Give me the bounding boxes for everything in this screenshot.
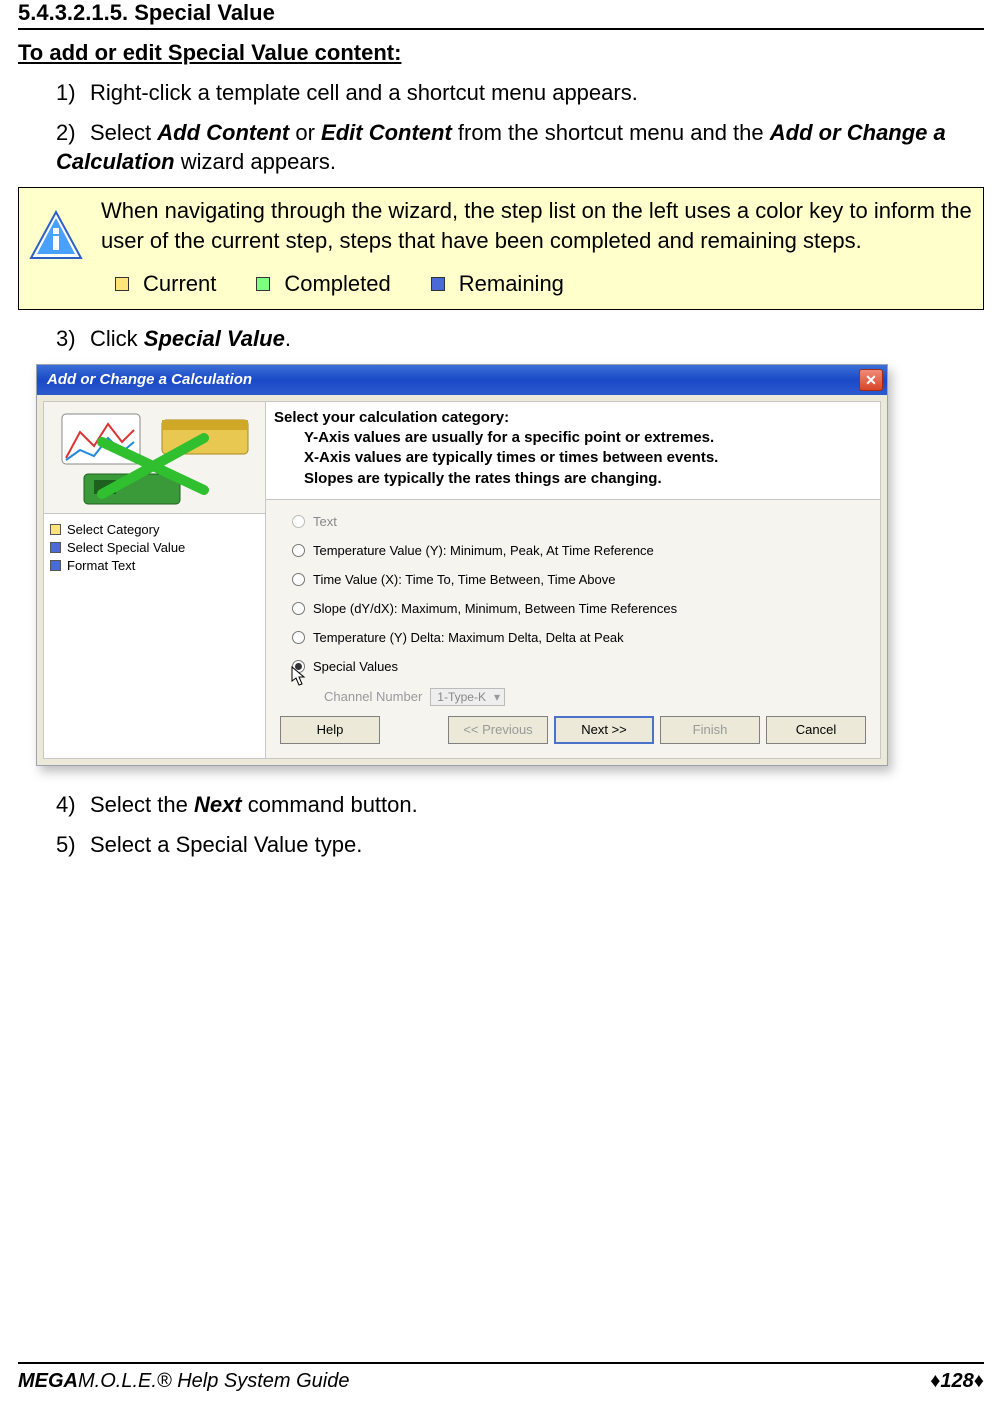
square-blue-icon bbox=[50, 560, 61, 571]
radio-temperature-delta[interactable]: Temperature (Y) Delta: Maximum Delta, De… bbox=[292, 630, 866, 645]
note-box: When navigating through the wizard, the … bbox=[18, 187, 984, 310]
next-button[interactable]: Next >> bbox=[554, 716, 654, 744]
radio-slope[interactable]: Slope (dY/dX): Maximum, Minimum, Between… bbox=[292, 601, 866, 616]
step-3-num: 3) bbox=[56, 324, 90, 354]
channel-number-label: Channel Number bbox=[324, 689, 422, 704]
step2-or: or bbox=[289, 120, 321, 145]
legend-remaining: Remaining bbox=[431, 269, 564, 299]
wizard-title: Add or Change a Calculation bbox=[47, 371, 252, 388]
wizard-step-select-special-value[interactable]: Select Special Value bbox=[50, 540, 259, 555]
radio-icon bbox=[292, 544, 305, 557]
step-3: 3)Click Special Value. bbox=[56, 324, 984, 354]
radio-icon bbox=[292, 631, 305, 644]
step-1: 1)Right-click a template cell and a shor… bbox=[56, 78, 984, 108]
wizard-window: Add or Change a Calculation ✕ bbox=[36, 364, 888, 766]
legend-current: Current bbox=[115, 269, 216, 299]
wizard-header-line4: Slopes are typically the rates things ar… bbox=[304, 469, 872, 489]
step-1-text: Right-click a template cell and a shortc… bbox=[90, 80, 638, 105]
wizard-step-format-text[interactable]: Format Text bbox=[50, 558, 259, 573]
radio-tdy-label: Temperature (Y) Delta: Maximum Delta, De… bbox=[313, 630, 624, 645]
step-5-text: Select a Special Value type. bbox=[90, 832, 362, 857]
step-4: 4)Select the Next command button. bbox=[56, 790, 984, 820]
step-1-num: 1) bbox=[56, 78, 90, 108]
wizard-step-1-label: Select Category bbox=[67, 522, 160, 537]
close-button[interactable]: ✕ bbox=[859, 369, 883, 391]
step-4-num: 4) bbox=[56, 790, 90, 820]
wizard-step-3-label: Format Text bbox=[67, 558, 135, 573]
help-button[interactable]: Help bbox=[280, 716, 380, 744]
cursor-icon bbox=[290, 665, 308, 687]
radio-icon bbox=[292, 602, 305, 615]
radio-temp-y-label: Temperature Value (Y): Minimum, Peak, At… bbox=[313, 543, 654, 558]
wizard-titlebar[interactable]: Add or Change a Calculation ✕ bbox=[37, 365, 887, 395]
channel-number-row: Channel Number 1-Type-K bbox=[324, 688, 866, 706]
square-yellow-icon bbox=[115, 277, 129, 291]
wizard-step-select-category[interactable]: Select Category bbox=[50, 522, 259, 537]
step-5: 5)Select a Special Value type. bbox=[56, 830, 984, 860]
footer-page-number: ♦128♦ bbox=[930, 1370, 984, 1393]
next-term: Next bbox=[194, 792, 242, 817]
legend-remaining-label: Remaining bbox=[459, 269, 564, 299]
section-heading: 5.4.3.2.1.5. Special Value bbox=[18, 0, 984, 30]
step3-post: . bbox=[285, 326, 291, 351]
edit-content-term: Edit Content bbox=[321, 120, 452, 145]
step2-pre: Select bbox=[90, 120, 157, 145]
legend-current-label: Current bbox=[143, 269, 216, 299]
step-5-num: 5) bbox=[56, 830, 90, 860]
step4-post: command button. bbox=[242, 792, 418, 817]
radio-time-x-label: Time Value (X): Time To, Time Between, T… bbox=[313, 572, 616, 587]
step4-pre: Select the bbox=[90, 792, 194, 817]
square-green-icon bbox=[256, 277, 270, 291]
radio-text: Text bbox=[292, 514, 866, 529]
radio-temperature-y[interactable]: Temperature Value (Y): Minimum, Peak, At… bbox=[292, 543, 866, 558]
square-yellow-icon bbox=[50, 524, 61, 535]
info-icon bbox=[29, 210, 83, 264]
footer-brand-mega: MEGA bbox=[18, 1370, 78, 1392]
legend-completed-label: Completed bbox=[284, 269, 390, 299]
square-blue-icon bbox=[431, 277, 445, 291]
wizard-step-list: Select Category Select Special Value For… bbox=[44, 514, 265, 758]
radio-icon bbox=[292, 573, 305, 586]
step-2: 2)Select Add Content or Edit Content fro… bbox=[56, 118, 984, 177]
add-content-term: Add Content bbox=[157, 120, 289, 145]
radio-time-x[interactable]: Time Value (X): Time To, Time Between, T… bbox=[292, 572, 866, 587]
special-value-term: Special Value bbox=[144, 326, 285, 351]
square-blue-icon bbox=[50, 542, 61, 553]
wizard-graphic bbox=[44, 402, 265, 514]
step-2-num: 2) bbox=[56, 118, 90, 148]
legend-completed: Completed bbox=[256, 269, 390, 299]
cancel-button[interactable]: Cancel bbox=[766, 716, 866, 744]
wizard-step-2-label: Select Special Value bbox=[67, 540, 185, 555]
radio-text-label: Text bbox=[313, 514, 337, 529]
previous-button: << Previous bbox=[448, 716, 548, 744]
radio-special-values[interactable]: Special Values bbox=[292, 659, 866, 674]
radio-sv-label: Special Values bbox=[313, 659, 398, 674]
step3-pre: Click bbox=[90, 326, 144, 351]
page-footer: MEGAM.O.L.E.® Help System Guide ♦128♦ bbox=[18, 1362, 984, 1393]
subsection-heading: To add or edit Special Value content: bbox=[18, 40, 984, 66]
step2-post: wizard appears. bbox=[175, 149, 336, 174]
wizard-header-line2: Y-Axis values are usually for a specific… bbox=[304, 428, 872, 448]
finish-button: Finish bbox=[660, 716, 760, 744]
channel-number-select: 1-Type-K bbox=[430, 688, 505, 706]
wizard-header-line1: Select your calculation category: bbox=[274, 408, 872, 428]
wizard-header-line3: X-Axis values are typically times or tim… bbox=[304, 448, 872, 468]
radio-icon bbox=[292, 515, 305, 528]
radio-slope-label: Slope (dY/dX): Maximum, Minimum, Between… bbox=[313, 601, 677, 616]
step2-mid: from the shortcut menu and the bbox=[452, 120, 770, 145]
note-body: When navigating through the wizard, the … bbox=[101, 196, 973, 255]
wizard-header: Select your calculation category: Y-Axis… bbox=[266, 402, 880, 500]
footer-brand-rest: M.O.L.E.® Help System Guide bbox=[78, 1370, 350, 1392]
